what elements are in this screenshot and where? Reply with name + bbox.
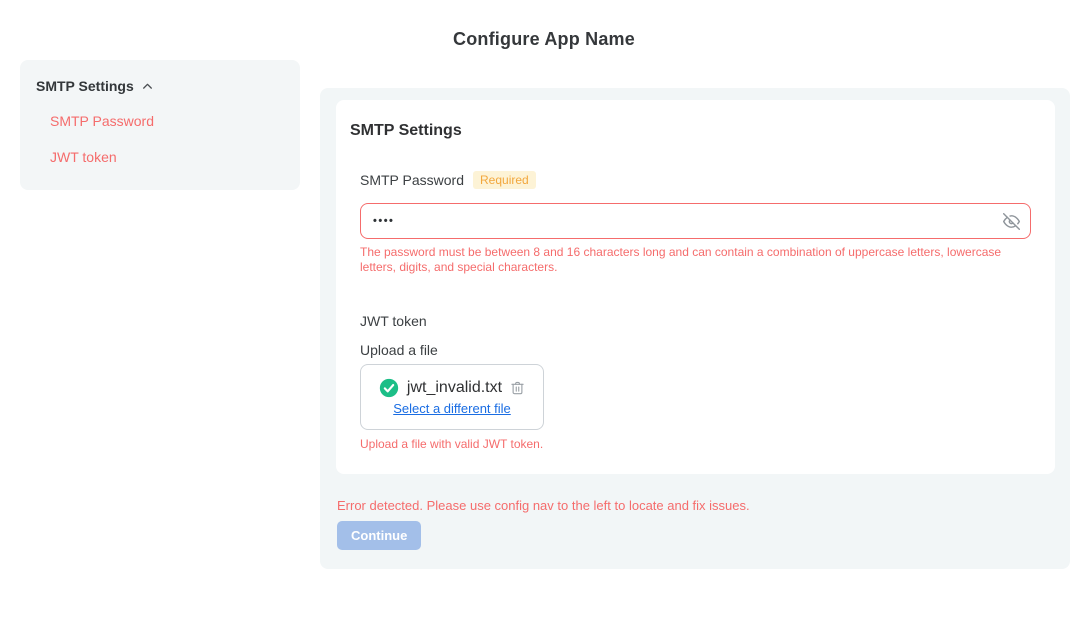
jwt-token-field-label: JWT token bbox=[360, 313, 1031, 329]
smtp-settings-form: SMTP Password Required The p bbox=[360, 171, 1031, 451]
sidebar-section-smtp-settings[interactable]: SMTP Settings bbox=[36, 78, 284, 94]
jwt-error-text: Upload a file with valid JWT token. bbox=[360, 437, 1031, 451]
smtp-password-input[interactable] bbox=[361, 215, 992, 227]
chevron-up-icon bbox=[141, 80, 154, 93]
password-label-row: SMTP Password Required bbox=[360, 171, 1031, 189]
sidebar-section-label: SMTP Settings bbox=[36, 78, 134, 94]
page-title: Configure App Name bbox=[0, 29, 1088, 50]
delete-file-button[interactable] bbox=[510, 380, 525, 396]
uploaded-file-name: jwt_invalid.txt bbox=[407, 379, 502, 397]
continue-button[interactable]: Continue bbox=[337, 521, 421, 550]
config-panel: SMTP Settings SMTP Password Required bbox=[320, 88, 1070, 569]
required-badge: Required bbox=[473, 171, 536, 189]
card-title: SMTP Settings bbox=[336, 100, 1055, 139]
password-field-label: SMTP Password bbox=[360, 171, 464, 189]
toggle-password-visibility-button[interactable] bbox=[992, 204, 1030, 238]
panel-error-text: Error detected. Please use config nav to… bbox=[337, 498, 750, 513]
password-input-wrapper bbox=[360, 203, 1031, 239]
sidebar-item-smtp-password[interactable]: SMTP Password bbox=[50, 113, 154, 129]
uploaded-file-row: jwt_invalid.txt bbox=[379, 378, 525, 398]
upload-file-label: Upload a file bbox=[360, 342, 1031, 358]
eye-off-icon bbox=[1003, 213, 1020, 230]
uploaded-file-box: jwt_invalid.txt Select a different file bbox=[360, 364, 544, 430]
select-different-file-link[interactable]: Select a different file bbox=[393, 401, 511, 416]
password-error-text: The password must be between 8 and 16 ch… bbox=[360, 245, 1031, 275]
trash-icon bbox=[510, 380, 525, 396]
check-circle-icon bbox=[379, 378, 399, 398]
smtp-settings-card: SMTP Settings SMTP Password Required bbox=[336, 100, 1055, 474]
config-nav-sidebar: SMTP Settings SMTP Password JWT token bbox=[20, 60, 300, 190]
sidebar-item-list: SMTP Password JWT token bbox=[50, 113, 284, 165]
sidebar-item-jwt-token[interactable]: JWT token bbox=[50, 149, 117, 165]
